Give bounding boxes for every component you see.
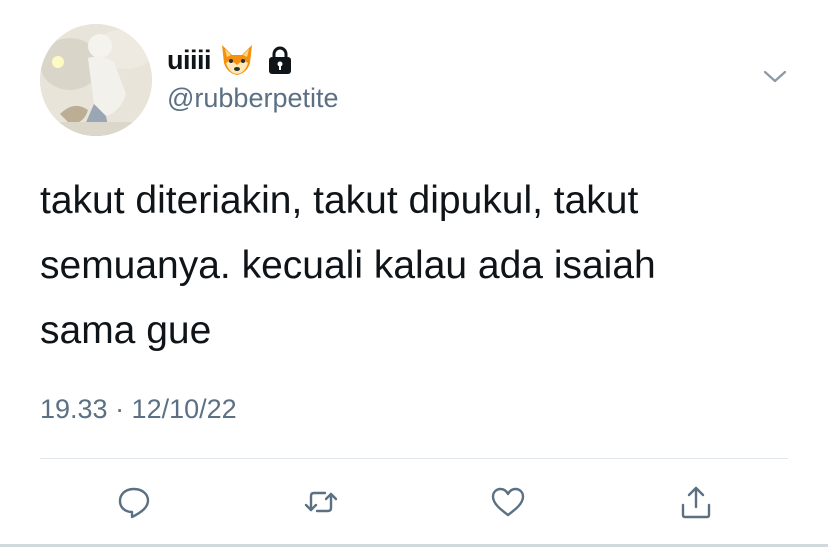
divider: [40, 458, 788, 459]
tweet-text-line: takut diteriakin, takut dipukul, takut: [40, 179, 639, 222]
display-name-row: uiiii: [167, 42, 293, 78]
retweet-button[interactable]: [303, 484, 339, 520]
tweet-text-line: sama gue: [40, 309, 212, 352]
tweet-text: takut diteriakin, takut dipukul, takut s…: [40, 168, 800, 363]
share-button[interactable]: [678, 484, 714, 520]
retweet-icon: [304, 491, 338, 513]
chevron-down-icon[interactable]: [762, 66, 788, 86]
reply-icon: [118, 487, 150, 519]
avatar-image: [40, 24, 152, 136]
reply-button[interactable]: [116, 484, 152, 520]
tweet-timestamp[interactable]: 19.33 · 12/10/22: [40, 394, 237, 425]
display-name[interactable]: uiiii: [167, 45, 212, 76]
user-handle[interactable]: @rubberpetite: [167, 83, 339, 114]
share-icon: [681, 486, 711, 519]
tweet-text-line: semuanya. kecuali kalau ada isaiah: [40, 244, 656, 287]
fox-emoji-icon: [219, 43, 255, 77]
lock-icon: [267, 45, 293, 75]
like-button[interactable]: [490, 484, 526, 520]
avatar[interactable]: [40, 24, 152, 136]
like-icon: [491, 487, 525, 517]
